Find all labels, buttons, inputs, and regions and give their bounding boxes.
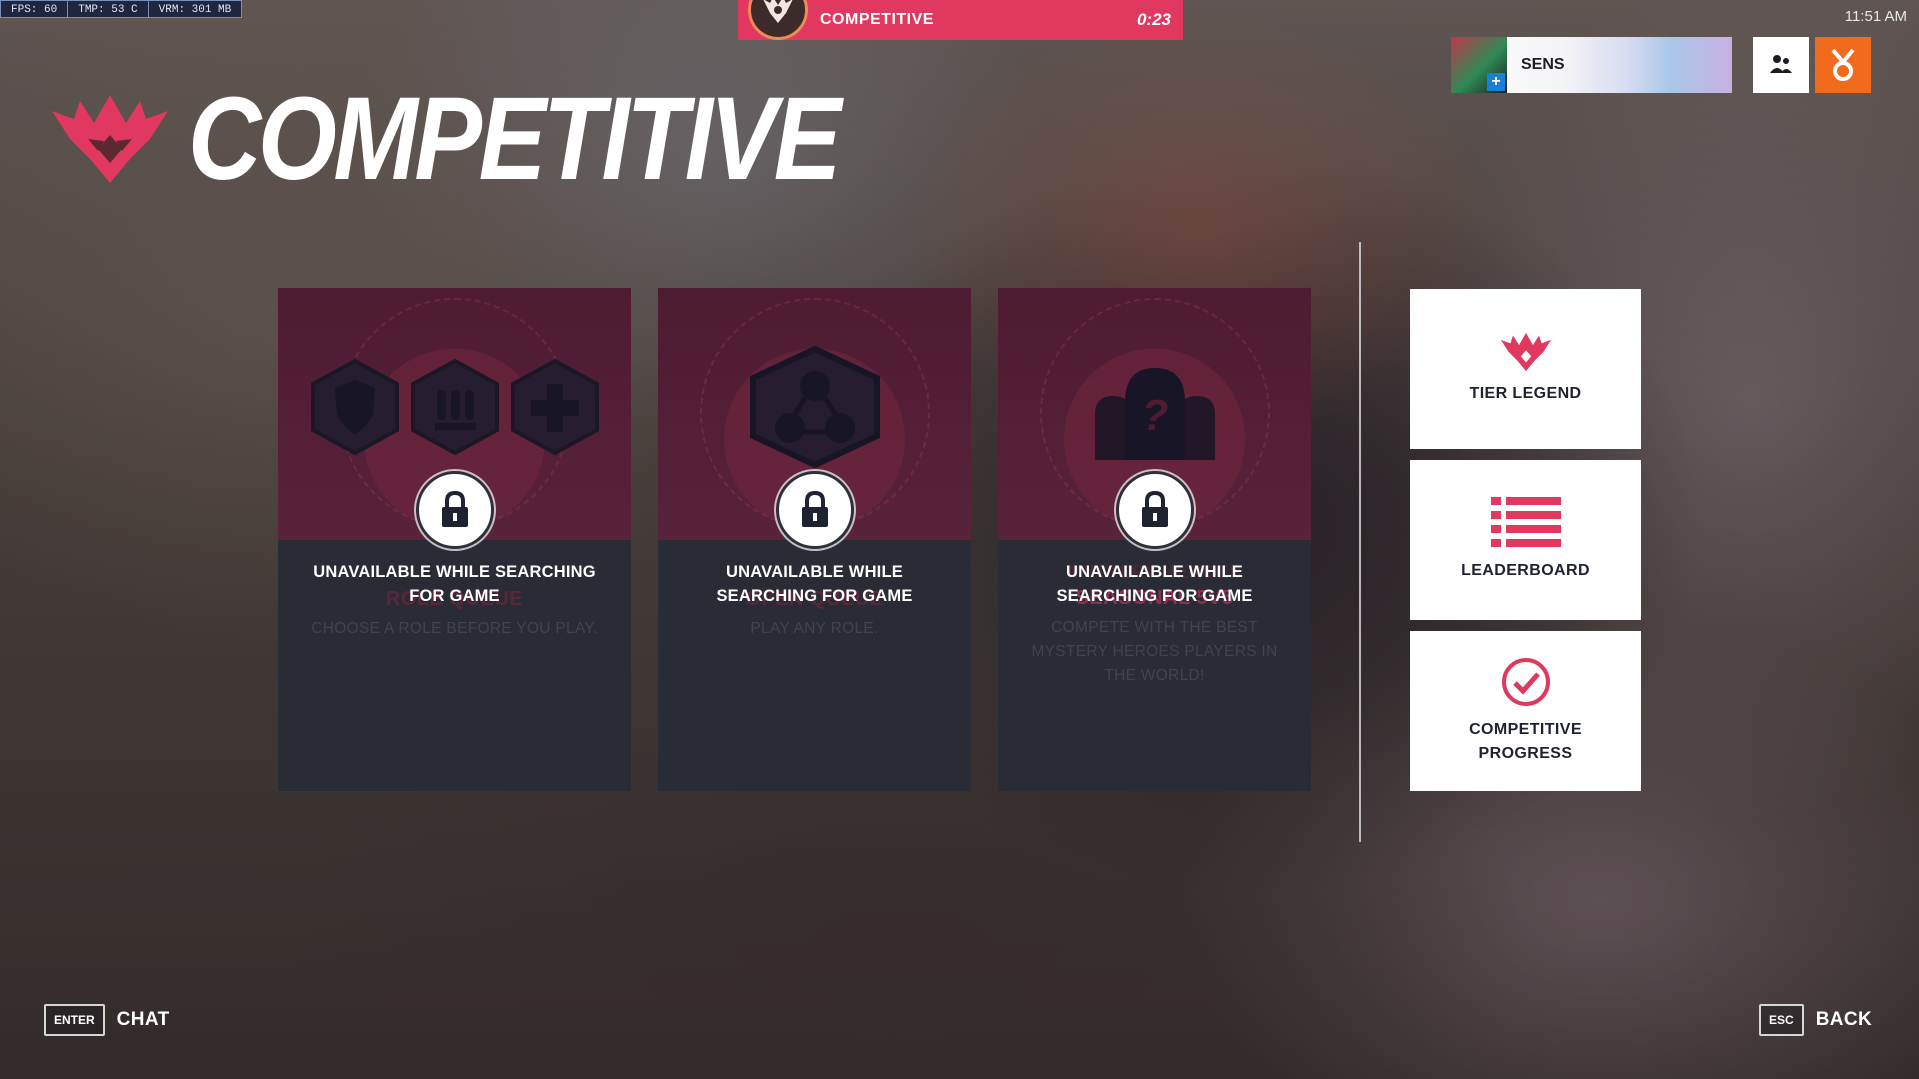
back-label: BACK (1815, 1009, 1873, 1030)
esc-key: ESC (1759, 1004, 1804, 1036)
medal-icon (1831, 48, 1855, 81)
queue-status-banner[interactable]: COMPETITIVE 0:23 (738, 0, 1183, 40)
player-card[interactable]: + SENS (1451, 37, 1732, 93)
queue-timer: 0:23 (1136, 10, 1171, 29)
queue-mode-label: COMPETITIVE (820, 11, 934, 28)
clock: 11:51 AM (1844, 8, 1907, 25)
rewards-button[interactable] (1815, 37, 1871, 93)
avatar: + (1451, 37, 1507, 93)
lock-icon (415, 471, 494, 549)
tier-legend-button[interactable]: TIER LEGEND (1410, 289, 1641, 449)
fps-readout: FPS: 60 (0, 0, 69, 18)
back-hint[interactable]: ESC BACK (1759, 1004, 1872, 1036)
mode-card-mystery-heroes[interactable]: ? MYSTERY HEROES SEASONAL 5V5 COMPETE WI… (998, 288, 1311, 791)
competitive-badge-icon (748, 0, 808, 40)
checkmark-circle-icon (1501, 658, 1550, 706)
vram-readout: VRM: 301 MB (147, 0, 243, 18)
chat-hint[interactable]: ENTER CHAT (44, 1004, 170, 1036)
competitive-progress-button[interactable]: COMPETITIVE PROGRESS (1410, 631, 1641, 791)
unavailable-notice: UNAVAILABLE WHILE SEARCHING FOR GAME (716, 563, 913, 605)
page-title: COMPETITIVE (188, 73, 841, 205)
competitive-emblem-icon (52, 95, 168, 183)
tile-label: LEADERBOARD (1461, 562, 1590, 579)
mode-card-role-queue[interactable]: ROLE QUEUE CHOOSE A ROLE BEFORE YOU PLAY… (278, 288, 631, 791)
chat-label: CHAT (116, 1009, 170, 1030)
enter-key: ENTER (44, 1004, 105, 1036)
list-icon (1490, 497, 1561, 547)
plus-icon: + (1487, 73, 1505, 91)
social-button[interactable] (1753, 37, 1809, 93)
tile-label: TIER LEGEND (1469, 385, 1582, 402)
leaderboard-button[interactable]: LEADERBOARD (1410, 460, 1641, 620)
page-header: COMPETITIVE (50, 80, 944, 198)
unavailable-notice: UNAVAILABLE WHILE SEARCHING FOR GAME (1056, 563, 1253, 605)
competitive-emblem-icon (1500, 332, 1551, 372)
performance-overlay: FPS: 60 TMP: 53 C VRM: 301 MB (0, 0, 243, 18)
lock-icon (1115, 471, 1194, 549)
player-name: SENS (1521, 56, 1565, 73)
unavailable-notice: UNAVAILABLE WHILE SEARCHING FOR GAME (313, 563, 596, 605)
mode-card-open-queue[interactable]: OPEN QUEUE PLAY ANY ROLE. UNAVAILABLE WH… (658, 288, 971, 791)
lock-icon (775, 471, 854, 549)
social-icon (1770, 55, 1792, 73)
tile-label: COMPETITIVE PROGRESS (1469, 721, 1582, 762)
divider (1359, 242, 1361, 842)
temperature-readout: TMP: 53 C (67, 0, 149, 18)
